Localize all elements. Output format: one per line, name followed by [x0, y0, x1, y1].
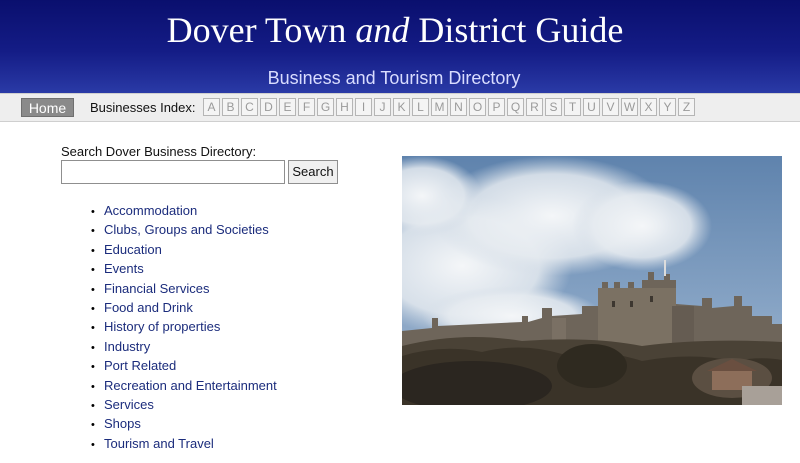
category-item: • Clubs, Groups and Societies [91, 220, 277, 239]
bullet-icon: • [91, 225, 95, 238]
search-label: Search Dover Business Directory: [61, 144, 257, 159]
index-letter-d[interactable]: D [260, 98, 277, 116]
category-link[interactable]: History of properties [104, 319, 220, 334]
category-link[interactable]: Tourism and Travel [104, 436, 214, 451]
index-letter-r[interactable]: R [526, 98, 543, 116]
index-letter-p[interactable]: P [488, 98, 505, 116]
category-link[interactable]: Events [104, 261, 144, 276]
bullet-icon: • [91, 419, 95, 432]
category-link[interactable]: Services [104, 397, 154, 412]
index-letter-i[interactable]: I [355, 98, 372, 116]
index-letter-m[interactable]: M [431, 98, 448, 116]
index-letter-a[interactable]: A [203, 98, 220, 116]
site-header: Dover Town and District Guide Business a… [0, 0, 800, 93]
site-title: Dover Town and District Guide [0, 8, 790, 52]
castle-photo [402, 156, 782, 405]
category-item: • Port Related [91, 356, 277, 375]
category-item: • History of properties [91, 317, 277, 336]
index-letter-c[interactable]: C [241, 98, 258, 116]
category-link[interactable]: Financial Services [104, 281, 210, 296]
index-letter-k[interactable]: K [393, 98, 410, 116]
bullet-icon: • [91, 438, 95, 451]
title-part-3: District Guide [409, 10, 624, 50]
index-letter-x[interactable]: X [640, 98, 657, 116]
index-letter-u[interactable]: U [583, 98, 600, 116]
businesses-index-label: Businesses Index: [90, 100, 196, 115]
category-item: • Accommodation [91, 201, 277, 220]
index-letter-n[interactable]: N [450, 98, 467, 116]
index-letter-y[interactable]: Y [659, 98, 676, 116]
category-link[interactable]: Food and Drink [104, 300, 193, 315]
category-item: • Food and Drink [91, 298, 277, 317]
index-letter-j[interactable]: J [374, 98, 391, 116]
search-input[interactable] [61, 160, 285, 184]
title-part-2: and [355, 10, 410, 50]
letter-index: ABCDEFGHIJKLMNOPQRSTUVWXYZ [203, 98, 695, 116]
index-letter-v[interactable]: V [602, 98, 619, 116]
index-letter-o[interactable]: O [469, 98, 486, 116]
category-link[interactable]: Education [104, 242, 162, 257]
index-letter-z[interactable]: Z [678, 98, 695, 116]
category-link[interactable]: Industry [104, 339, 150, 354]
category-item: • Events [91, 259, 277, 278]
category-item: • Shops [91, 414, 277, 433]
index-letter-e[interactable]: E [279, 98, 296, 116]
bullet-icon: • [91, 361, 95, 374]
index-letter-s[interactable]: S [545, 98, 562, 116]
bullet-icon: • [91, 264, 95, 277]
index-letter-q[interactable]: Q [507, 98, 524, 116]
title-part-1: Dover Town [166, 10, 356, 50]
site-subtitle: Business and Tourism Directory [267, 68, 521, 88]
category-item: • Financial Services [91, 279, 277, 298]
index-letter-g[interactable]: G [317, 98, 334, 116]
category-item: • Recreation and Entertainment [91, 376, 277, 395]
index-letter-b[interactable]: B [222, 98, 239, 116]
category-link[interactable]: Clubs, Groups and Societies [104, 222, 269, 237]
index-letter-l[interactable]: L [412, 98, 429, 116]
home-button[interactable]: Home [21, 98, 74, 117]
search-button[interactable]: Search [288, 160, 338, 184]
category-list: • Accommodation • Clubs, Groups and Societi… [91, 201, 277, 453]
index-letter-w[interactable]: W [621, 98, 638, 116]
bullet-icon: • [91, 322, 95, 335]
category-item: • Education [91, 240, 277, 259]
index-letter-t[interactable]: T [564, 98, 581, 116]
category-item: • Services [91, 395, 277, 414]
index-letter-h[interactable]: H [336, 98, 353, 116]
index-navbar: Home Businesses Index: ABCDEFGHIJKLMNOPQ… [0, 93, 800, 122]
category-item: • Tourism and Travel [91, 434, 277, 453]
index-letter-f[interactable]: F [298, 98, 315, 116]
category-link[interactable]: Accommodation [104, 203, 197, 218]
category-link[interactable]: Port Related [104, 358, 176, 373]
category-item: • Industry [91, 337, 277, 356]
category-link[interactable]: Shops [104, 416, 141, 431]
category-link[interactable]: Recreation and Entertainment [104, 378, 277, 393]
